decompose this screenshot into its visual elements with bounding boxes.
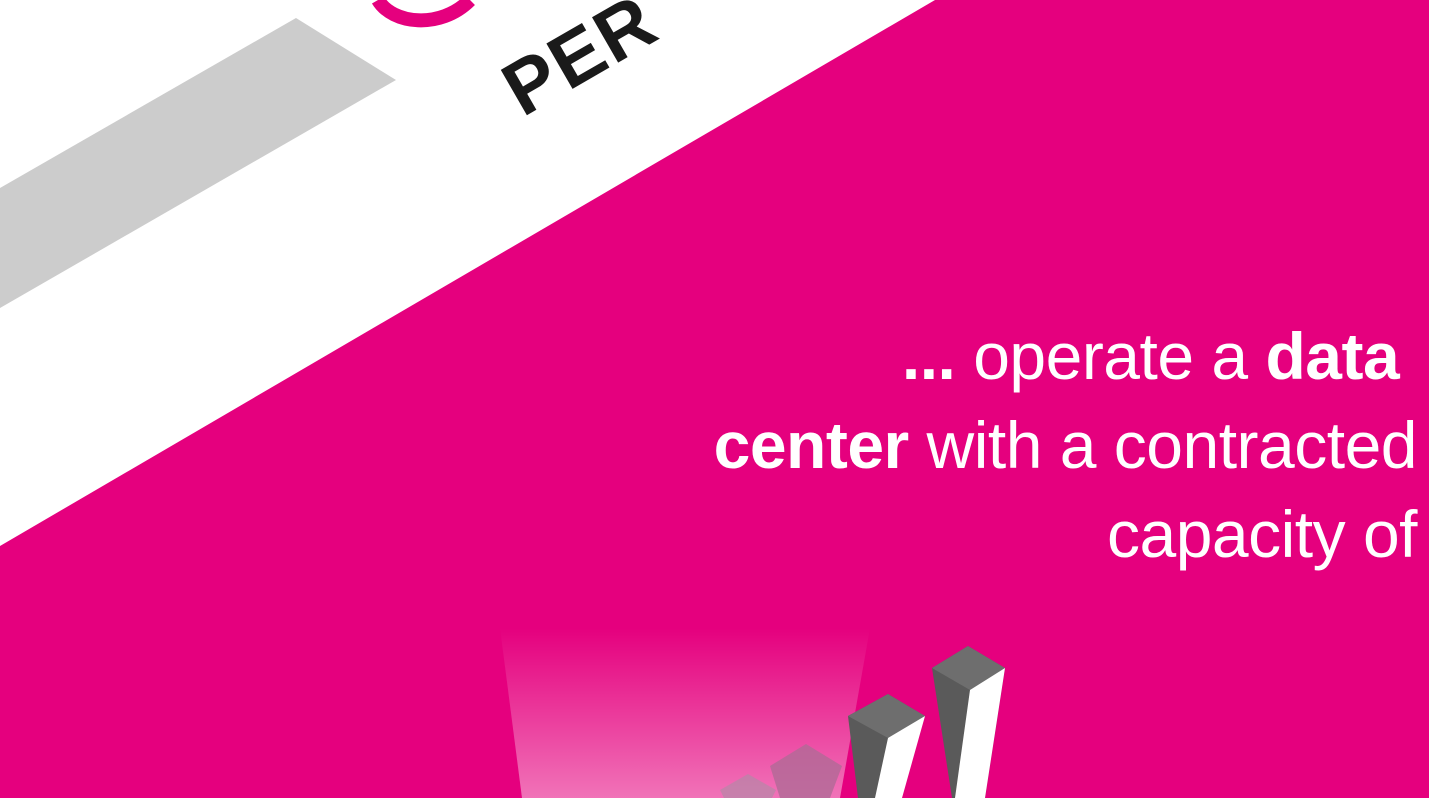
headline-line-3: capacity of <box>597 490 1418 579</box>
headline-text: with a contracted <box>908 408 1418 482</box>
slide-canvas: PER ... operate a data center with a con… <box>0 0 1429 798</box>
headline: ... operate a data center with a contrac… <box>597 312 1418 579</box>
headline-line-2: center with a contracted <box>597 401 1418 490</box>
headline-text: operate a <box>955 319 1266 393</box>
ellipsis: ... <box>901 319 956 393</box>
headline-bold-center: center <box>713 408 910 482</box>
headline-bold-data: data <box>1265 319 1400 393</box>
headline-text: capacity of <box>1107 497 1418 571</box>
headline-line-1: ... operate a data <box>597 312 1417 401</box>
